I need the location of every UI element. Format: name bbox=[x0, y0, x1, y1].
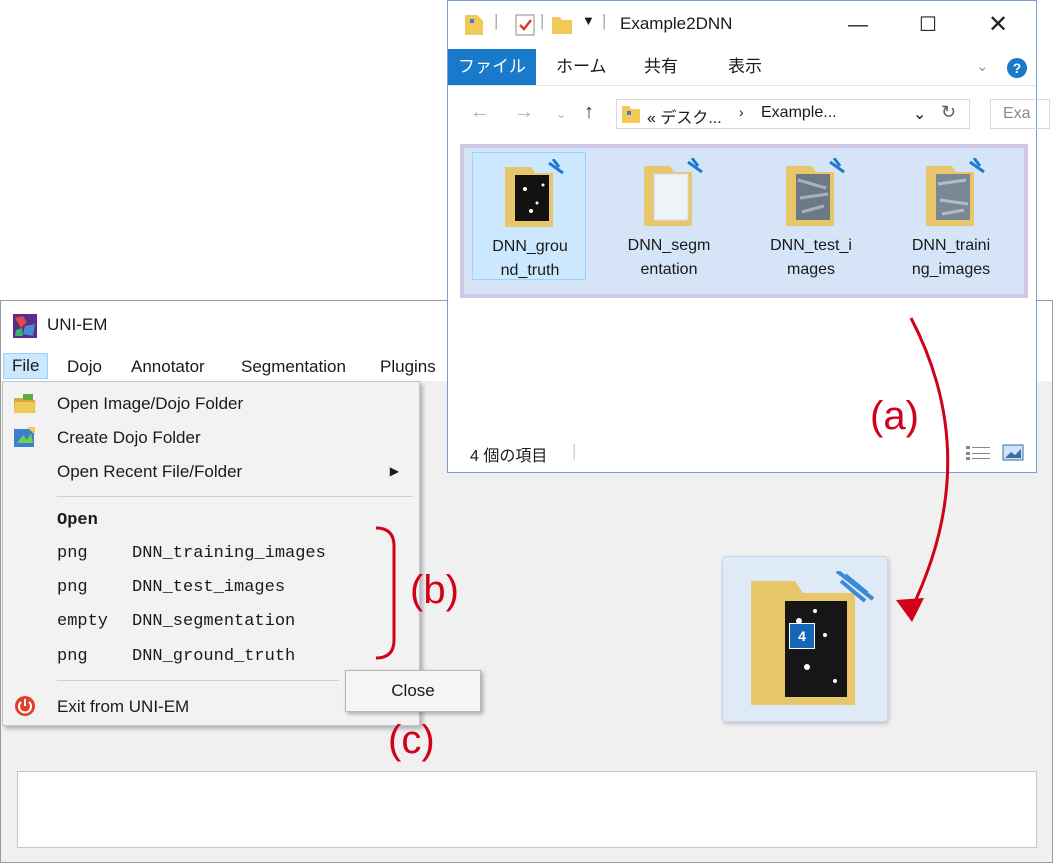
drag-arrowhead bbox=[896, 598, 924, 622]
bracket bbox=[375, 526, 396, 660]
annotation-b: (b) bbox=[410, 568, 459, 612]
annotation-a: (a) bbox=[870, 394, 919, 439]
annotation-c: (c) bbox=[388, 718, 435, 762]
drag-arrow bbox=[908, 317, 950, 613]
